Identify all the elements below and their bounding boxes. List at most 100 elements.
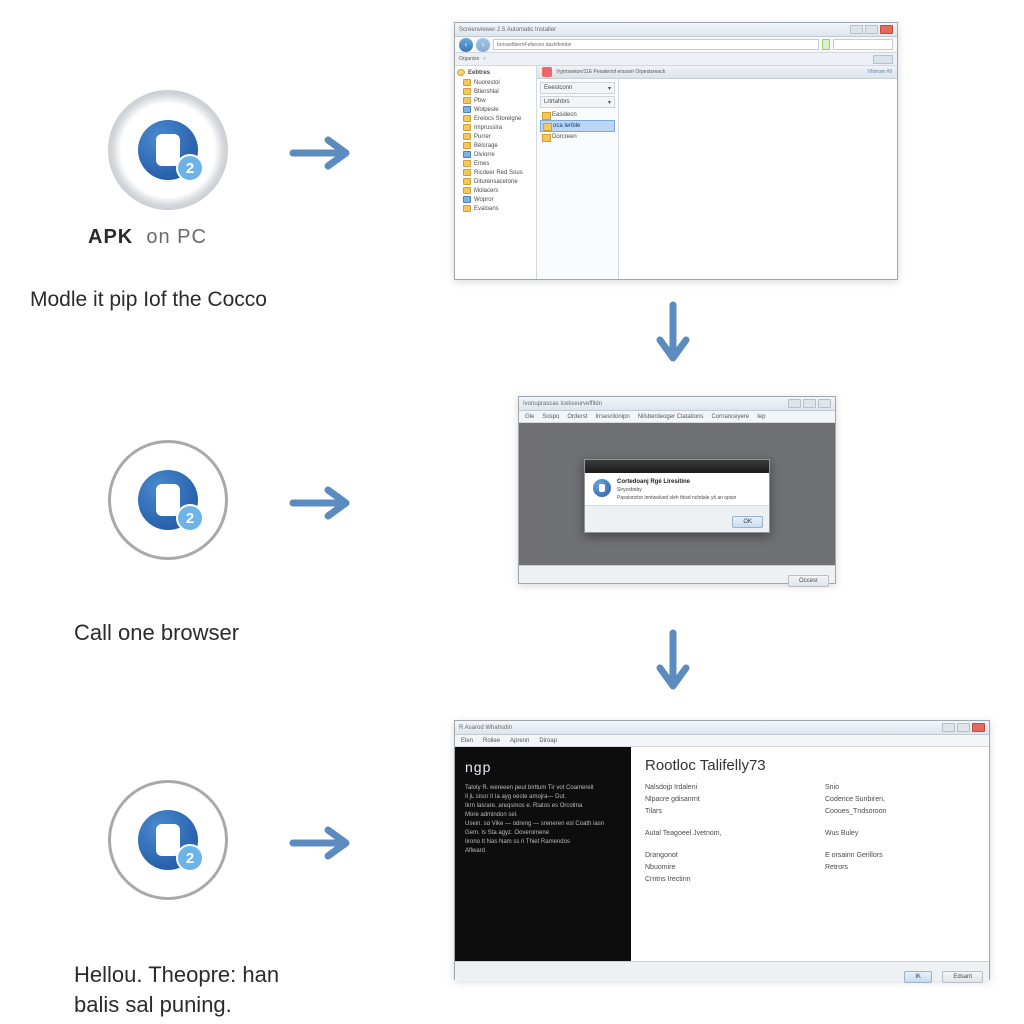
folder-icon: [463, 151, 471, 158]
minimize-button[interactable]: [850, 25, 863, 34]
minimize-button[interactable]: [942, 723, 955, 732]
app-icon: [542, 67, 552, 77]
apk-app-icon: 2: [138, 470, 198, 530]
folder-icon: [463, 205, 471, 212]
menu-item[interactable]: Iep: [757, 414, 765, 420]
info-line: Iirono It Nas Nam ss ri Thiet Ramendos: [465, 838, 621, 847]
sidebar-item[interactable]: Wopror: [457, 195, 534, 204]
folder-icon: [463, 169, 471, 176]
folder-icon: [463, 79, 471, 86]
menu-item[interactable]: Nilsberdeoger Clatations: [638, 414, 704, 420]
menu-bar: Elen Roliee Aprenn Diroap: [455, 735, 989, 747]
folder-icon: [463, 97, 471, 104]
sidebar-item-label: Btiershlal: [474, 89, 499, 95]
panel-heading[interactable]: Eeestconn▾: [540, 82, 615, 94]
maximize-button[interactable]: [803, 399, 816, 408]
minimize-button[interactable]: [788, 399, 801, 408]
view-options[interactable]: [873, 55, 893, 64]
folder-icon: [463, 133, 471, 140]
menu-item[interactable]: Cornanceyere: [711, 414, 749, 420]
sidebar-item-label: Diturensacetone: [474, 179, 518, 185]
info-icon: [593, 479, 611, 497]
info-line: Gem. Is Sta agyz. Ooveromene: [465, 829, 621, 838]
sidebar-item[interactable]: Evaloans: [457, 204, 534, 213]
sidebar-item[interactable]: Ricdeer Red Sous: [457, 168, 534, 177]
sidebar-item[interactable]: Btiershlal: [457, 87, 534, 96]
logo: ngp: [465, 757, 621, 778]
sidebar-item-label: Erelocs Storelgne: [474, 116, 521, 122]
ok-button[interactable]: IK: [904, 971, 932, 983]
sidebar-item[interactable]: Diturensacetone: [457, 177, 534, 186]
step-3-caption: Hellou. Theopre: han balis sal puning.: [74, 960, 279, 1019]
folder-item[interactable]: Easidecn: [540, 110, 615, 120]
sidebar-item[interactable]: Wolpesle: [457, 105, 534, 114]
page-title: Rootloc Talifelly73: [645, 757, 975, 774]
sidebar-item-label: Purrer: [474, 134, 491, 140]
folder-icon: [463, 178, 471, 185]
step-badge: 2: [176, 504, 204, 532]
sidebar-item[interactable]: Molacers: [457, 186, 534, 195]
close-button[interactable]: [818, 399, 831, 408]
sidebar-item-label: Emes: [474, 161, 489, 167]
refresh-button[interactable]: [822, 39, 830, 50]
folder-item[interactable]: oca lerible: [540, 120, 615, 132]
menu-item[interactable]: Orderst: [567, 414, 587, 420]
favorites-icon: [457, 69, 465, 76]
sidebar-item[interactable]: Dlviorre: [457, 150, 534, 159]
menu-item[interactable]: Aprenn: [510, 738, 529, 744]
dialog-subtitle: Siryceboby: [617, 487, 736, 493]
titlebar[interactable]: Ivonuprascas Icekseurveffildn: [519, 397, 835, 411]
ok-button[interactable]: OK: [732, 516, 763, 528]
cancel-button[interactable]: Edsant: [942, 971, 983, 983]
sidebar-item-label: Bélsrage: [474, 143, 498, 149]
search-input[interactable]: [833, 39, 893, 50]
sidebar-item-label: Wopror: [474, 197, 494, 203]
close-button[interactable]: [972, 723, 985, 732]
maximize-button[interactable]: [957, 723, 970, 732]
menu-item[interactable]: Gle: [525, 414, 534, 420]
sidebar-item[interactable]: Bélsrage: [457, 141, 534, 150]
folder-icon: [463, 142, 471, 149]
info-line: Ikrn lasrare. areqsmos e. Riatos es Orco…: [465, 802, 621, 811]
titlebar[interactable]: Screenviewer 2.5 Automatic Installer: [455, 23, 897, 37]
panel-heading[interactable]: Lrtrtahbrs▾: [540, 96, 615, 108]
help-link[interactable]: Vhnrom #9: [868, 69, 892, 75]
sidebar-item[interactable]: Pbw: [457, 96, 534, 105]
content-caption: Vyjrrtsseton/11E Pesateriof erssorri Orp…: [556, 69, 864, 75]
sidebar-item-label: Molacers: [474, 188, 498, 194]
property-value: Retrors: [825, 864, 975, 871]
menu-item[interactable]: Diroap: [539, 738, 557, 744]
footer-button[interactable]: Occesr: [788, 575, 829, 587]
maximize-button[interactable]: [865, 25, 878, 34]
step-badge: 2: [176, 154, 204, 182]
sidebar-item[interactable]: Nuorestol: [457, 78, 534, 87]
step-1-caption: Modle it pip Iof the Cocco: [30, 288, 267, 312]
sidebar-item[interactable]: Emes: [457, 159, 534, 168]
property-label: Nlpacre gdisanrnt: [645, 796, 795, 803]
property-value: Codence Sunbiren,: [825, 796, 975, 803]
menu-item[interactable]: Sospo: [542, 414, 559, 420]
folder-item[interactable]: Dorcreen: [540, 132, 615, 142]
address-bar[interactable]: brosseltbernFefarson dashifonder: [493, 39, 819, 50]
menu-item[interactable]: Roliee: [483, 738, 500, 744]
step-2-caption: Call one browser: [74, 620, 239, 646]
folder-icon: [463, 88, 471, 95]
step-1-icon: 2: [108, 90, 228, 210]
organize-menu[interactable]: Organize: [459, 56, 479, 62]
sidebar-item[interactable]: Imprusslra: [457, 123, 534, 132]
property-value: Cooues_Tndsoroon: [825, 808, 975, 815]
titlebar[interactable]: R Asarod Whahsdin: [455, 721, 989, 735]
forward-button[interactable]: ›: [476, 38, 490, 52]
file-list[interactable]: [619, 79, 897, 279]
sidebar-item[interactable]: Erelocs Storelgne: [457, 114, 534, 123]
property-value: E orsainn Gerillors: [825, 852, 975, 859]
info-panel: ngp Taloty R. wereeen peut birttum Tir v…: [455, 747, 631, 961]
menu-item[interactable]: Elen: [461, 738, 473, 744]
back-button[interactable]: ‹: [459, 38, 473, 52]
sidebar-item-label: Pbw: [474, 98, 486, 104]
sidebar-item[interactable]: Purrer: [457, 132, 534, 141]
close-button[interactable]: [880, 25, 893, 34]
dialog-titlebar[interactable]: [585, 460, 769, 473]
menu-item[interactable]: Irrsesrilonipn: [595, 414, 629, 420]
settings-window: R Asarod Whahsdin Elen Roliee Aprenn Diroap…: [454, 720, 990, 980]
